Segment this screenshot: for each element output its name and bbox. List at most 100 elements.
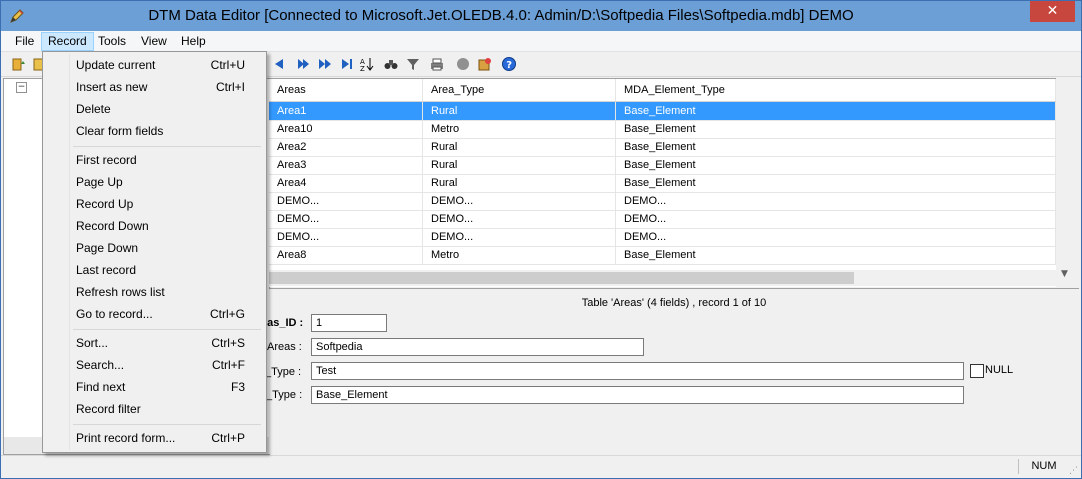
cell-area-type[interactable]: Rural <box>423 138 616 156</box>
tree-expand-icon[interactable]: − <box>16 82 27 93</box>
cell-area-type[interactable]: Rural <box>423 174 616 192</box>
cell-area-type[interactable]: Rural <box>423 102 616 120</box>
cell-mda-element-type[interactable]: Base_Element <box>616 174 1056 192</box>
sort-icon[interactable]: A Z <box>359 56 375 72</box>
menu-item-label: Refresh rows list <box>76 285 165 299</box>
cell-areas[interactable]: Area10 <box>269 120 423 138</box>
grid-horizontal-scrollbar[interactable] <box>269 270 1056 286</box>
column-header-mda-element-type[interactable]: MDA_Element_Type <box>616 79 1056 101</box>
cell-area-type[interactable]: Rural <box>423 156 616 174</box>
cell-area-type[interactable]: Metro <box>423 246 616 264</box>
help-icon[interactable]: ? <box>501 56 517 72</box>
menu-item-insert-as-new[interactable]: Insert as new Ctrl+I <box>45 77 264 98</box>
menu-item-first-record[interactable]: First record <box>45 150 264 171</box>
menu-file[interactable]: File <box>9 33 40 50</box>
cell-mda-element-type[interactable]: Base_Element <box>616 102 1056 120</box>
cell-area-type[interactable]: DEMO... <box>423 228 616 246</box>
menu-item-update-current[interactable]: Update current Ctrl+U <box>45 55 264 76</box>
cell-areas[interactable]: Area1 <box>269 102 423 120</box>
status-bar: NUM ⋰ <box>1 455 1081 478</box>
cell-areas[interactable]: Area4 <box>269 174 423 192</box>
scroll-thumb[interactable] <box>269 272 854 284</box>
cell-area-type[interactable]: DEMO... <box>423 192 616 210</box>
scroll-down-icon[interactable]: ▼ <box>1056 266 1073 283</box>
menu-item-refresh-rows-list[interactable]: Refresh rows list <box>45 282 264 303</box>
menu-item-search[interactable]: Search... Ctrl+F <box>45 355 264 376</box>
cell-mda-element-type[interactable]: Base_Element <box>616 246 1056 264</box>
menu-item-find-next[interactable]: Find next F3 <box>45 377 264 398</box>
menu-item-shortcut: Ctrl+S <box>211 336 245 350</box>
cell-areas[interactable]: Area8 <box>269 246 423 264</box>
menu-item-go-to-record[interactable]: Go to record... Ctrl+G <box>45 304 264 325</box>
menu-item-page-down[interactable]: Page Down <box>45 238 264 259</box>
menu-separator <box>73 424 261 425</box>
menu-item-label: Record Down <box>76 219 149 233</box>
mda-element-type-field[interactable] <box>311 386 964 404</box>
cell-area-type[interactable]: DEMO... <box>423 210 616 228</box>
search-icon[interactable] <box>383 56 399 72</box>
cell-areas[interactable]: Area2 <box>269 138 423 156</box>
print-icon[interactable] <box>429 56 445 72</box>
table-row[interactable]: Area2 Rural Base_Element <box>269 138 1056 157</box>
cell-areas[interactable]: DEMO... <box>269 192 423 210</box>
cell-mda-element-type[interactable]: Base_Element <box>616 138 1056 156</box>
filter-icon[interactable] <box>405 56 421 72</box>
table-row[interactable]: Area1 Rural Base_Element <box>269 102 1056 121</box>
table-row[interactable]: Area3 Rural Base_Element <box>269 156 1056 175</box>
table-row[interactable]: DEMO... DEMO... DEMO... <box>269 228 1056 247</box>
window-title: DTM Data Editor [Connected to Microsoft.… <box>148 7 854 24</box>
menu-view[interactable]: View <box>135 33 173 50</box>
menu-item-shortcut: Ctrl+G <box>209 307 245 321</box>
menu-help[interactable]: Help <box>175 33 212 50</box>
menu-item-record-down[interactable]: Record Down <box>45 216 264 237</box>
menu-item-print-record-form[interactable]: Print record form... Ctrl+P <box>45 428 264 449</box>
menu-item-clear-form-fields[interactable]: Clear form fields <box>45 121 264 142</box>
open-db-icon[interactable] <box>11 56 27 72</box>
menu-item-label: First record <box>76 153 137 167</box>
table-row[interactable]: Area4 Rural Base_Element <box>269 174 1056 193</box>
areas-id-field[interactable] <box>311 314 387 332</box>
menu-item-record-filter[interactable]: Record filter <box>45 399 264 420</box>
table-row[interactable]: DEMO... DEMO... DEMO... <box>269 192 1056 211</box>
table-row[interactable]: Area10 Metro Base_Element <box>269 120 1056 139</box>
table-row[interactable]: Area8 Metro Base_Element <box>269 246 1056 265</box>
stop-icon[interactable] <box>455 56 471 72</box>
next-icon[interactable] <box>295 56 311 72</box>
records-grid[interactable]: Areas Area_Type MDA_Element_Type Area1 Ru… <box>269 78 1056 287</box>
menu-record[interactable]: Record <box>41 32 94 51</box>
menu-separator <box>73 329 261 330</box>
cell-areas[interactable]: DEMO... <box>269 228 423 246</box>
cell-mda-element-type[interactable]: DEMO... <box>616 228 1056 246</box>
resize-grip-icon[interactable]: ⋰ <box>1069 466 1079 476</box>
title-bar: DTM Data Editor [Connected to Microsoft.… <box>1 1 1081 31</box>
menu-item-delete[interactable]: Delete <box>45 99 264 120</box>
prev-icon[interactable] <box>271 56 287 72</box>
close-button[interactable]: ✕ <box>1030 1 1075 22</box>
last-icon[interactable] <box>339 56 355 72</box>
settings-icon[interactable] <box>477 56 493 72</box>
column-header-area-type[interactable]: Area_Type <box>423 79 616 101</box>
area-type-field[interactable] <box>311 362 964 380</box>
menu-item-last-record[interactable]: Last record <box>45 260 264 281</box>
menu-item-label: Page Down <box>76 241 139 255</box>
areas-field[interactable] <box>311 338 644 356</box>
cell-mda-element-type[interactable]: DEMO... <box>616 210 1056 228</box>
menu-item-record-up[interactable]: Record Up <box>45 194 264 215</box>
menu-item-page-up[interactable]: Page Up <box>45 172 264 193</box>
table-row[interactable]: DEMO... DEMO... DEMO... <box>269 210 1056 229</box>
cell-mda-element-type[interactable]: Base_Element <box>616 120 1056 138</box>
menu-item-sort[interactable]: Sort... Ctrl+S <box>45 333 264 354</box>
cell-area-type[interactable]: Metro <box>423 120 616 138</box>
num-lock-indicator: NUM <box>1018 459 1069 474</box>
fast-forward-icon[interactable] <box>317 56 333 72</box>
null-checkbox[interactable] <box>970 364 984 378</box>
menu-item-label: Search... <box>76 358 125 372</box>
cell-mda-element-type[interactable]: DEMO... <box>616 192 1056 210</box>
cell-mda-element-type[interactable]: Base_Element <box>616 156 1056 174</box>
cell-areas[interactable]: DEMO... <box>269 210 423 228</box>
column-header-areas[interactable]: Areas <box>269 79 423 101</box>
cell-areas[interactable]: Area3 <box>269 156 423 174</box>
app-window: DTM Data Editor [Connected to Microsoft.… <box>0 0 1082 479</box>
grid-vertical-scrollbar[interactable]: ▼ <box>1056 78 1073 286</box>
menu-tools[interactable]: Tools <box>92 33 132 50</box>
